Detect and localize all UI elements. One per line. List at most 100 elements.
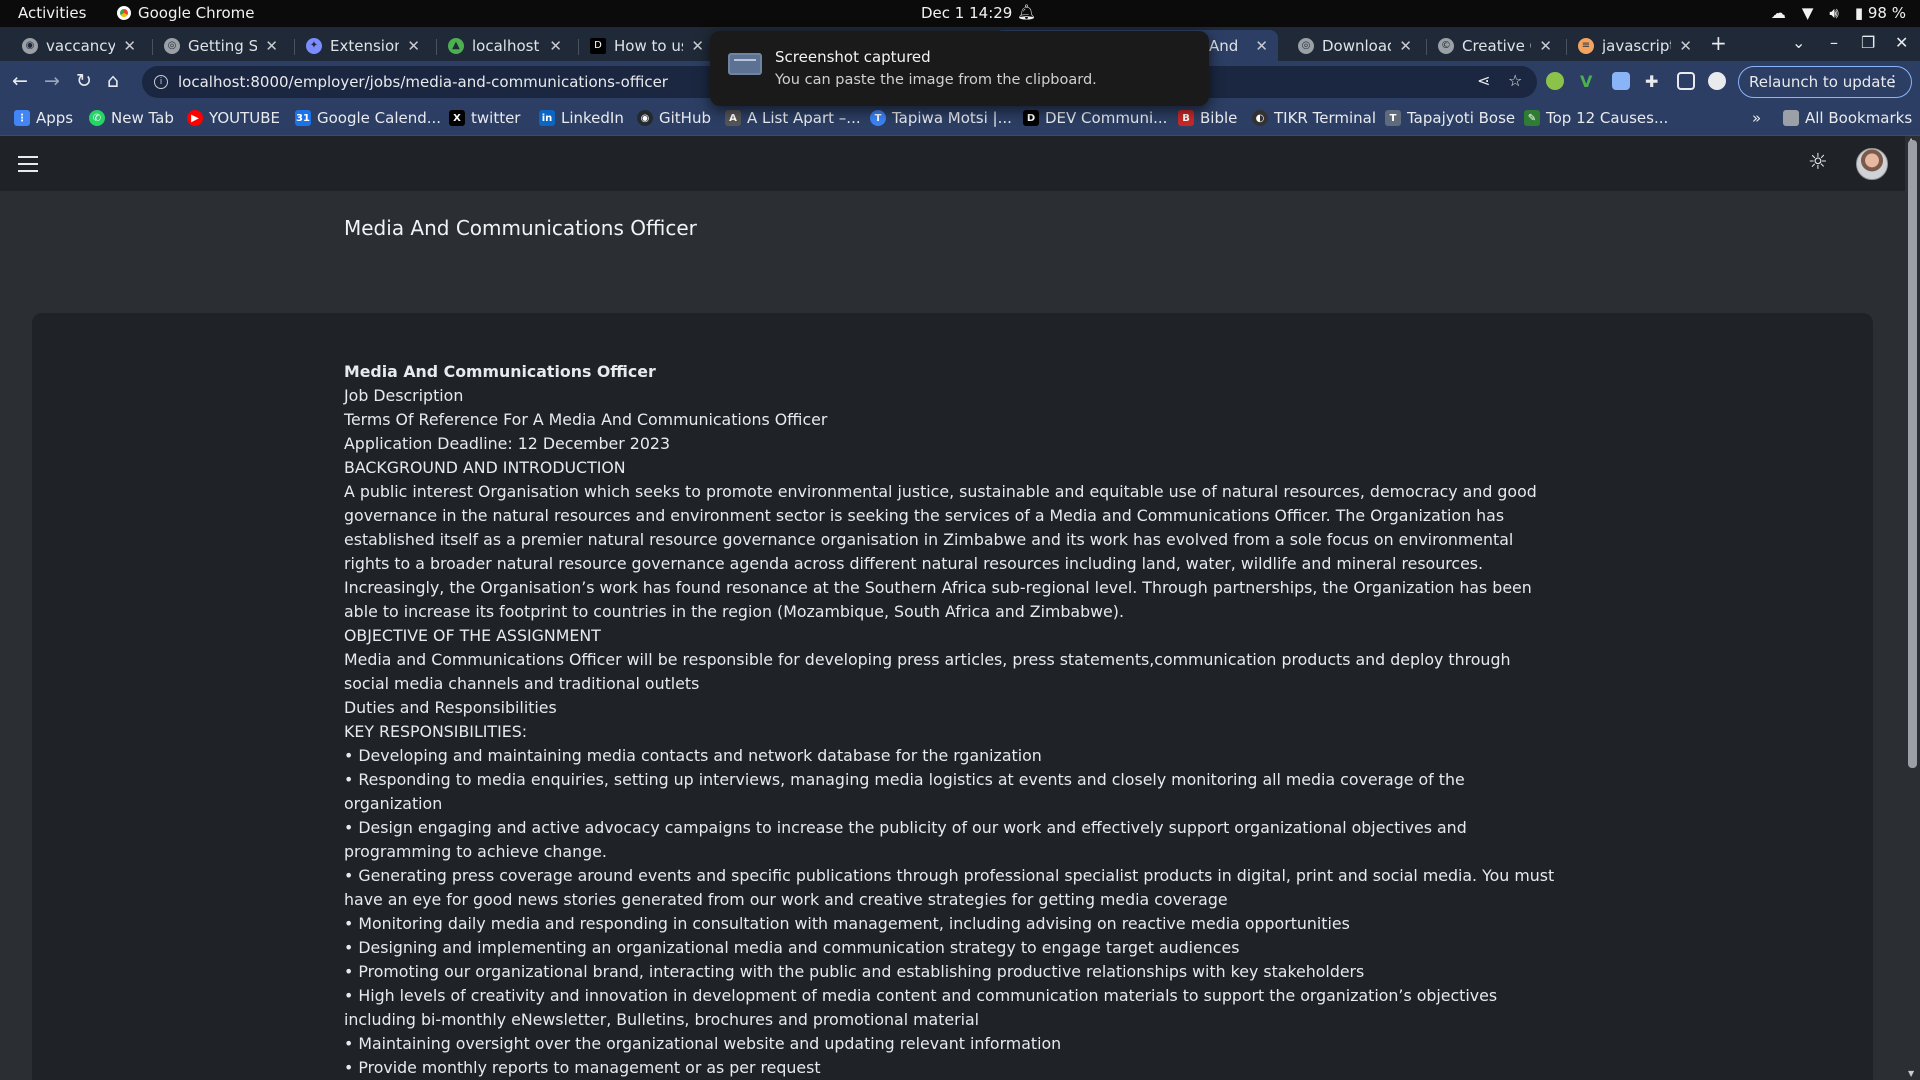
- bookmark-github[interactable]: ◉ GitHub: [637, 109, 711, 127]
- close-icon[interactable]: ✕: [691, 37, 704, 55]
- notification-bell-icon: 🔔︎: [1017, 3, 1037, 21]
- volume-icon: 🔊︎: [1829, 4, 1839, 22]
- activities-button[interactable]: Activities: [18, 4, 86, 22]
- globe-icon: ◎: [164, 37, 180, 54]
- close-icon[interactable]: ✕: [1539, 37, 1552, 55]
- all-bookmarks[interactable]: All Bookmarks: [1783, 109, 1912, 127]
- site-icon: T: [1385, 110, 1401, 126]
- bookmark-linkedin[interactable]: in LinkedIn: [539, 109, 624, 127]
- job-line: • Developing and maintaining media conta…: [344, 746, 1042, 765]
- vue-devtools-icon[interactable]: V: [1580, 72, 1598, 91]
- github-icon: ◉: [22, 37, 38, 54]
- user-avatar[interactable]: [1856, 148, 1888, 180]
- home-icon[interactable]: ⌂: [107, 70, 119, 92]
- tab-title: Download: [1322, 36, 1392, 55]
- bookmark-twitter[interactable]: Xtwitter: [449, 109, 520, 127]
- scrollbar-thumb[interactable]: [1908, 140, 1917, 768]
- job-line: • Design engaging and active advocacy ca…: [344, 818, 1467, 861]
- close-icon[interactable]: ✕: [1679, 37, 1692, 55]
- restore-icon[interactable]: ❐: [1861, 33, 1875, 52]
- close-icon[interactable]: ✕: [265, 37, 278, 55]
- job-line: • Responding to media enquiries, setting…: [344, 770, 1465, 813]
- bookmark-youtube[interactable]: ▶ YOUTUBE: [187, 109, 280, 127]
- person-icon: T: [870, 110, 886, 126]
- bookmark-tapiwa-motsi[interactable]: T Tapiwa Motsi |...: [870, 109, 1012, 127]
- vertical-scrollbar[interactable]: ▲ ▼: [1905, 136, 1920, 1080]
- chrome-menu-icon[interactable]: ⋮: [1886, 72, 1901, 90]
- close-window-icon[interactable]: ✕: [1895, 33, 1908, 52]
- x-icon: X: [449, 110, 465, 126]
- close-icon[interactable]: ✕: [407, 37, 420, 55]
- bookmark-tikr-terminal[interactable]: ◐ TIKR Terminal: [1252, 109, 1376, 127]
- tab-title: javascript: [1602, 36, 1672, 55]
- globe-icon: ◎: [1298, 37, 1314, 54]
- tab-download[interactable]: ◎ Download ✕: [1288, 30, 1422, 61]
- minimize-icon[interactable]: –: [1830, 33, 1838, 52]
- bookmark-bible[interactable]: B Bible: [1178, 109, 1237, 127]
- back-icon[interactable]: ←: [12, 70, 28, 92]
- extensions-puzzle-icon[interactable]: ✚: [1645, 72, 1663, 91]
- bookmark-google-calendar[interactable]: 31 Google Calend...: [295, 109, 441, 127]
- tab-title: Extension: [330, 36, 400, 55]
- system-top-bar: Activities Google Chrome Dec 1 14:29 🔔︎ …: [0, 0, 1920, 27]
- tab-getting-started[interactable]: ◎ Getting St ✕: [154, 30, 288, 61]
- share-icon[interactable]: ⋖: [1477, 71, 1490, 90]
- clock[interactable]: Dec 1 14:29: [921, 4, 1012, 22]
- app-menu[interactable]: Google Chrome: [117, 4, 255, 22]
- tab-how-to-use[interactable]: D How to use ✕: [580, 30, 714, 61]
- tab-localhost[interactable]: ▲ localhost:5 ✕: [438, 30, 572, 61]
- system-tray[interactable]: ☁ ▼ 🔊︎ ▮ 98 %: [1771, 4, 1906, 22]
- close-icon[interactable]: ✕: [1255, 37, 1268, 55]
- new-tab-button[interactable]: +: [1710, 31, 1727, 55]
- job-line: • High levels of creativity and innovati…: [344, 986, 1498, 1029]
- battery-indicator: ▮ 98 %: [1855, 4, 1906, 22]
- github-icon: ◉: [637, 110, 653, 126]
- reload-icon[interactable]: ↻: [76, 70, 92, 92]
- tab-javascript[interactable]: ≡ javascript ✕: [1568, 30, 1702, 61]
- tab-vaccancy[interactable]: ◉ vaccancy_ ✕: [12, 30, 146, 61]
- tab-search-icon[interactable]: ⌄: [1792, 33, 1805, 52]
- theme-toggle-sun-icon[interactable]: ☼: [1808, 150, 1828, 175]
- dev-icon: D: [590, 37, 606, 54]
- job-line: • Provide monthly reports to management …: [344, 1058, 821, 1077]
- close-icon[interactable]: ✕: [123, 37, 136, 55]
- extension-green-icon[interactable]: [1546, 72, 1564, 90]
- site-info-icon[interactable]: i: [154, 75, 168, 89]
- bookmark-top-12-causes[interactable]: ✎ Top 12 Causes...: [1524, 109, 1668, 127]
- bookmark-apps[interactable]: ⋮ Apps: [14, 109, 73, 127]
- bookmark-a-list-apart[interactable]: AA List Apart –...: [725, 109, 861, 127]
- scroll-down-icon[interactable]: ▼: [1908, 1069, 1914, 1078]
- forward-icon[interactable]: →: [44, 70, 60, 92]
- youtube-icon: ▶: [187, 110, 203, 126]
- job-line: Media And Communications Officer: [344, 362, 656, 381]
- job-line: • Designing and implementing an organiza…: [344, 938, 1240, 957]
- bookmarks-overflow-icon[interactable]: »: [1752, 109, 1761, 127]
- tab-title: localhost:5: [472, 36, 541, 55]
- job-line: KEY RESPONSIBILITIES:: [344, 722, 528, 741]
- tab-title: How to use: [614, 36, 683, 55]
- tab-creative-commons[interactable]: © Creative C ✕: [1428, 30, 1562, 61]
- battery-icon: ▮: [1854, 4, 1864, 22]
- screenshot-notification[interactable]: Screenshot captured You can paste the im…: [710, 31, 1209, 106]
- bookmark-new-tab[interactable]: ✆ New Tab: [89, 109, 174, 127]
- profile-icon[interactable]: [1708, 72, 1726, 90]
- tab-extensions[interactable]: ✦ Extension ✕: [296, 30, 430, 61]
- tikr-icon: ◐: [1252, 110, 1268, 126]
- close-icon[interactable]: ✕: [549, 37, 562, 55]
- extension-blue-icon[interactable]: [1612, 72, 1630, 90]
- apps-grid-icon: ⋮: [14, 110, 30, 126]
- bookmark-dev-community[interactable]: D DEV Communi...: [1023, 109, 1167, 127]
- side-panel-icon[interactable]: [1677, 72, 1695, 90]
- close-icon[interactable]: ✕: [1399, 37, 1412, 55]
- menu-icon[interactable]: [18, 156, 38, 172]
- relaunch-button[interactable]: Relaunch to update ⋮: [1738, 66, 1912, 98]
- dev-icon: D: [1023, 110, 1039, 126]
- app-header: ☼: [0, 136, 1905, 191]
- chrome-icon: [117, 6, 131, 20]
- ala-icon: A: [725, 110, 741, 126]
- cc-icon: ©: [1438, 37, 1454, 54]
- edit-icon: ✎: [1524, 110, 1540, 126]
- bookmark-star-icon[interactable]: ☆: [1508, 71, 1522, 90]
- folder-icon: [1783, 110, 1799, 126]
- bookmark-tapajyoti-bose[interactable]: T Tapajyoti Bose: [1385, 109, 1515, 127]
